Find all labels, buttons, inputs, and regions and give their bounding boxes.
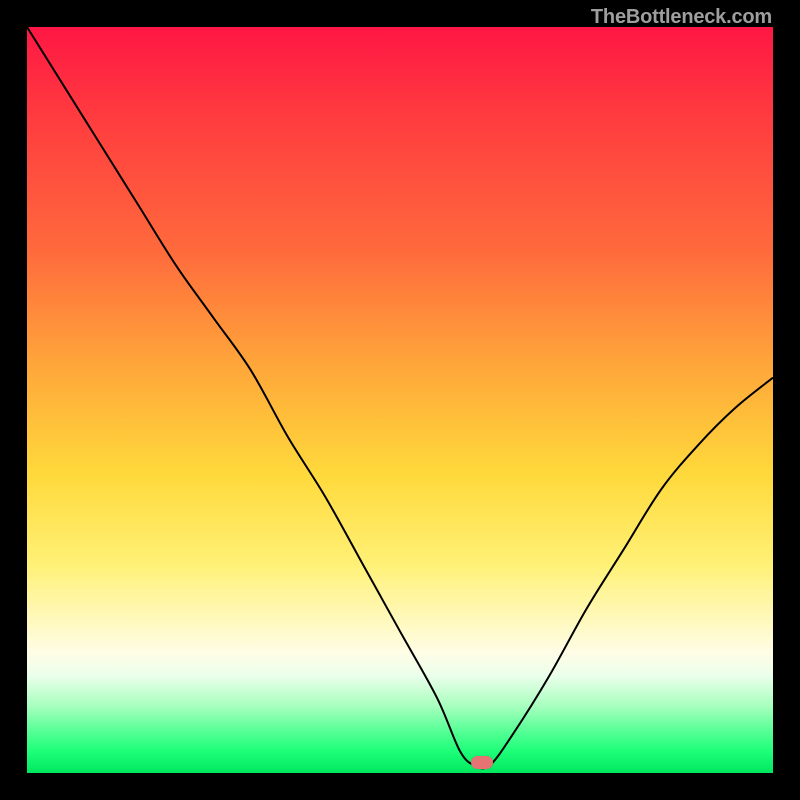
plot-area <box>27 27 773 773</box>
attribution-label: TheBottleneck.com <box>591 6 772 29</box>
chart-frame: TheBottleneck.com <box>0 0 800 800</box>
bottleneck-curve <box>27 27 773 773</box>
optimal-point-marker <box>471 756 493 769</box>
